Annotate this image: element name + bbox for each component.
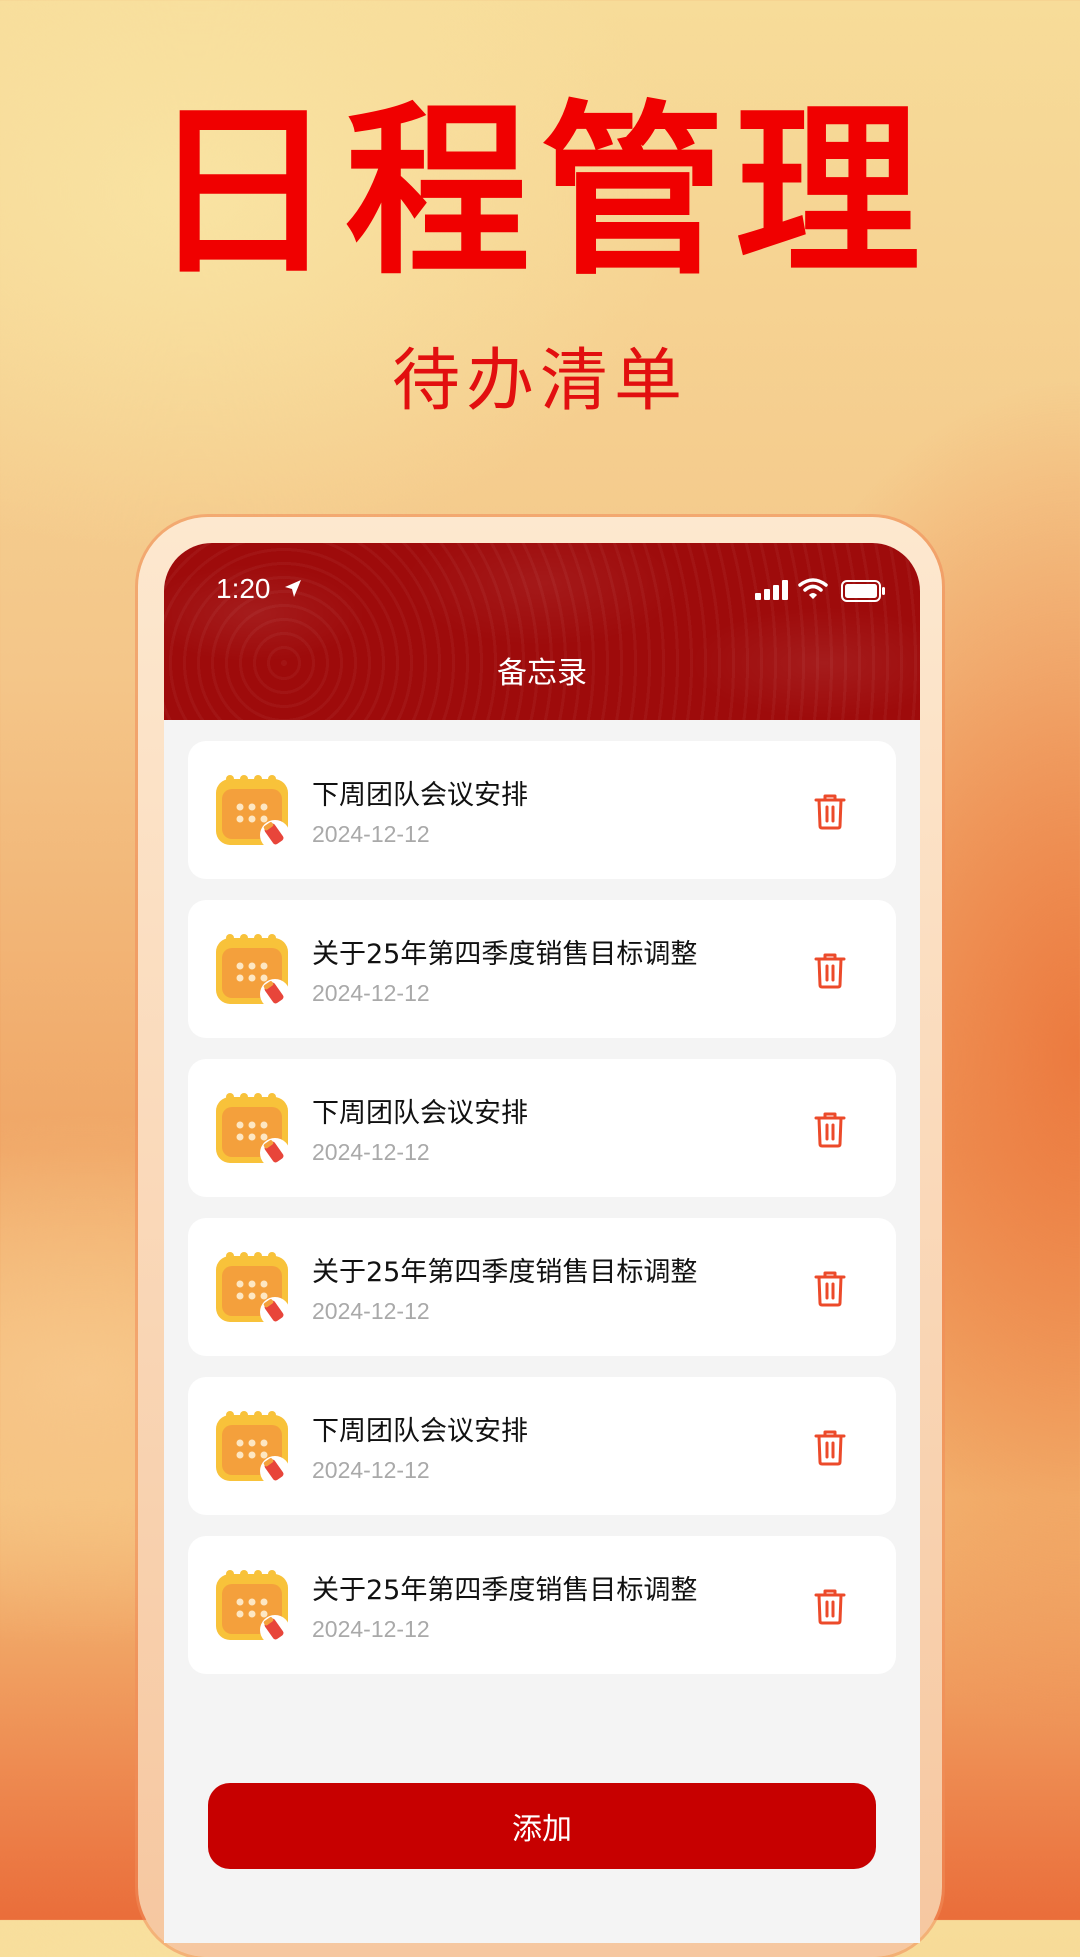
memo-title: 下周团队会议安排 <box>312 1098 528 1129</box>
trash-icon[interactable] <box>810 1109 850 1149</box>
memo-title: 关于25年第四季度销售目标调整 <box>312 939 698 970</box>
memo-card[interactable]: 关于25年第四季度销售目标调整 2024-12-12 <box>188 900 896 1038</box>
hero-subtitle: 待办清单 <box>391 342 688 421</box>
memo-card[interactable]: 关于25年第四季度销售目标调整 2024-12-12 <box>188 1536 896 1674</box>
memo-card[interactable]: 下周团队会议安排 2024-12-12 <box>188 1377 896 1515</box>
memo-date: 2024-12-12 <box>312 1616 430 1642</box>
memo-card[interactable]: 下周团队会议安排 2024-12-12 <box>188 741 896 879</box>
memo-date: 2024-12-12 <box>312 980 430 1006</box>
memo-title: 下周团队会议安排 <box>312 780 528 811</box>
cellular-signal-icon <box>755 580 788 600</box>
memo-date: 2024-12-12 <box>312 821 430 847</box>
phone-screen: 1:20 备忘录 下周团队会议安排 2024-12-12 关于25年第四季度销售… <box>164 543 920 1943</box>
memo-date: 2024-12-12 <box>312 1298 430 1324</box>
memo-card[interactable]: 关于25年第四季度销售目标调整 2024-12-12 <box>188 1218 896 1356</box>
app-header: 1:20 备忘录 <box>164 543 920 720</box>
add-button[interactable]: 添加 <box>208 1783 876 1869</box>
calendar-edit-icon <box>216 1411 290 1486</box>
memo-list: 下周团队会议安排 2024-12-12 关于25年第四季度销售目标调整 2024… <box>188 741 896 1695</box>
memo-title: 下周团队会议安排 <box>312 1416 528 1447</box>
page-title: 备忘录 <box>497 656 587 691</box>
trash-icon[interactable] <box>810 1427 850 1467</box>
calendar-edit-icon <box>216 1252 290 1327</box>
memo-title: 关于25年第四季度销售目标调整 <box>312 1575 698 1606</box>
location-arrow-icon <box>285 580 301 597</box>
wifi-icon <box>798 578 828 599</box>
trash-icon[interactable] <box>810 791 850 831</box>
memo-date: 2024-12-12 <box>312 1139 430 1165</box>
status-time: 1:20 <box>216 573 271 604</box>
calendar-edit-icon <box>216 934 290 1009</box>
memo-date: 2024-12-12 <box>312 1457 430 1483</box>
calendar-edit-icon <box>216 1093 290 1168</box>
trash-icon[interactable] <box>810 1268 850 1308</box>
hero-title: 日程管理 <box>150 84 930 300</box>
calendar-edit-icon <box>216 775 290 850</box>
trash-icon[interactable] <box>810 1586 850 1626</box>
calendar-edit-icon <box>216 1570 290 1645</box>
memo-card[interactable]: 下周团队会议安排 2024-12-12 <box>188 1059 896 1197</box>
trash-icon[interactable] <box>810 950 850 990</box>
battery-icon <box>841 580 885 602</box>
memo-title: 关于25年第四季度销售目标调整 <box>312 1257 698 1288</box>
